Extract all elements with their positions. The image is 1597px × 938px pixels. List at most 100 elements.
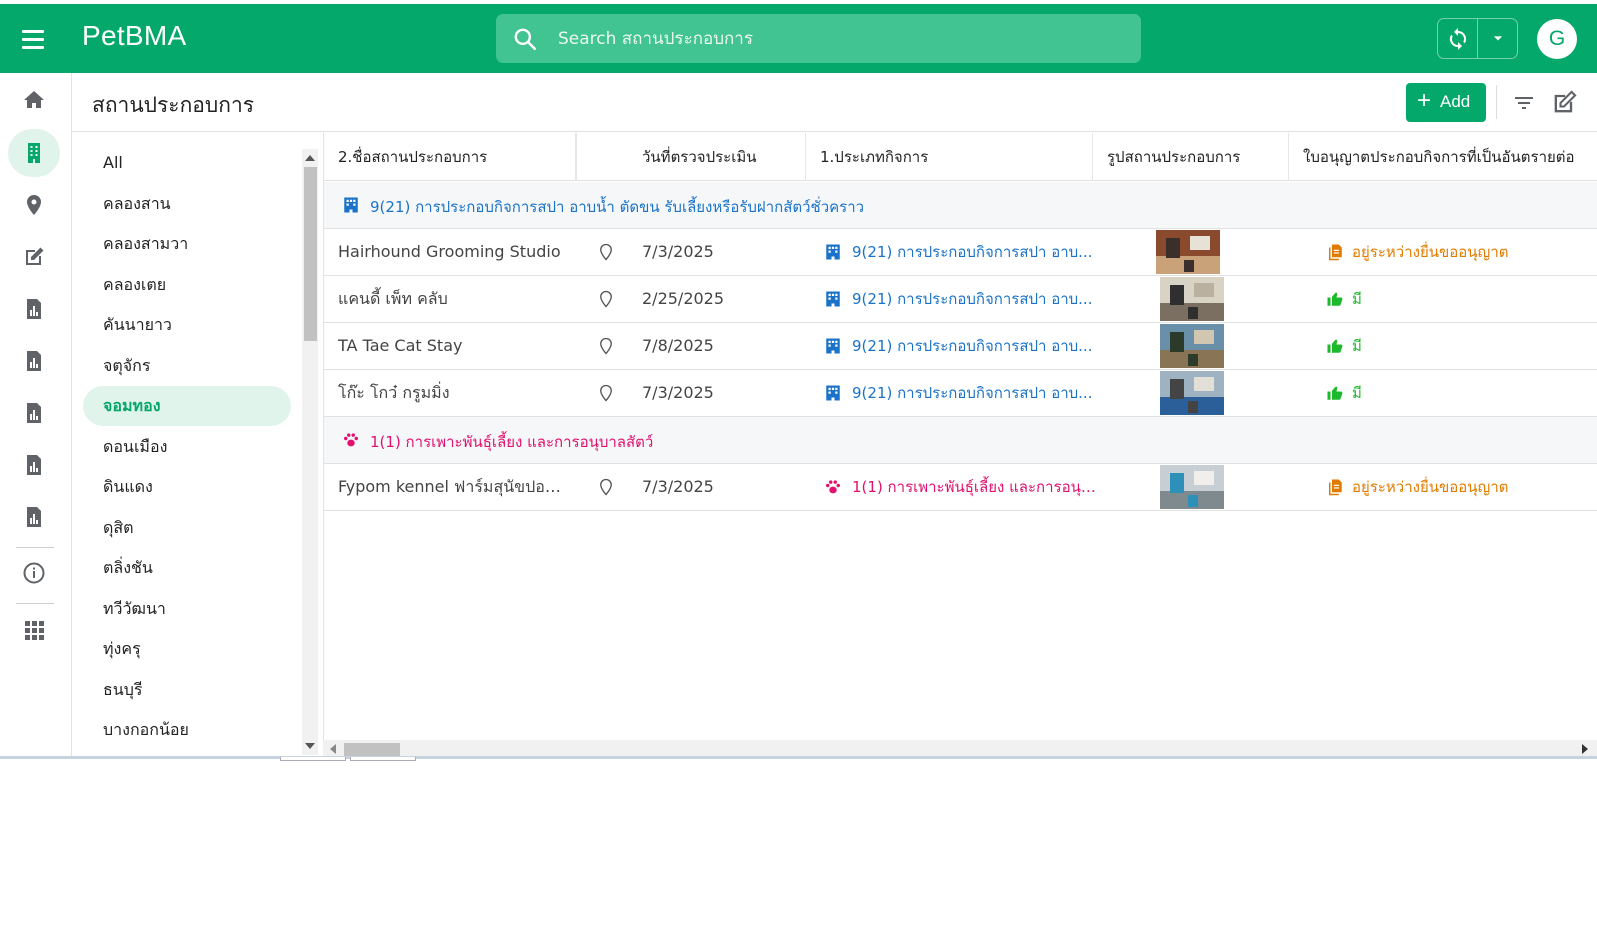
establishment-photo[interactable] [1160, 324, 1224, 368]
group-item[interactable]: ดินแดง [83, 467, 291, 507]
license-status: มี [1352, 290, 1362, 308]
scrollbar-thumb[interactable] [304, 167, 317, 341]
hamburger-menu-icon[interactable] [14, 24, 50, 54]
district-group-list: All คลองสาน คลองสามวา คลองเตย คันนายาว จตุจัก… [72, 133, 298, 756]
group-item[interactable]: จอมทอง [83, 386, 291, 426]
group-item[interactable]: ทุ่งครุ [83, 629, 291, 669]
caret-down-icon [1493, 36, 1503, 41]
location-pin-icon [27, 195, 41, 215]
location-pin-icon[interactable] [597, 384, 615, 402]
building-icon [824, 290, 842, 308]
search-icon [514, 28, 537, 51]
location-pin-icon[interactable] [597, 243, 615, 261]
table-row[interactable]: แคนดี้ เพ็ท คลับ 2/25/2025 9(21) การประกอบ… [324, 276, 1597, 323]
sync-button[interactable] [1438, 19, 1478, 58]
taskbar-tab [350, 757, 416, 761]
nav-report-1[interactable] [8, 285, 60, 333]
group-item[interactable]: ตลิ่งชัน [83, 548, 291, 588]
add-button[interactable]: + Add [1406, 83, 1486, 122]
business-type: 9(21) การประกอบกิจการสปา อาบ... [852, 384, 1093, 402]
establishment-photo[interactable] [1160, 465, 1224, 509]
nav-report-2[interactable] [8, 337, 60, 385]
edit-icon[interactable] [1550, 89, 1578, 117]
nav-report-3[interactable] [8, 389, 60, 437]
nav-establishments[interactable] [8, 129, 60, 177]
nav-assessment[interactable] [8, 233, 60, 281]
app-title: PetBMA [82, 20, 187, 51]
thumbs-up-icon [1326, 384, 1344, 402]
building-icon [342, 196, 360, 214]
group-item[interactable]: ดอนเมือง [83, 427, 291, 467]
scroll-down-arrow-icon[interactable] [305, 743, 315, 749]
establishment-name: TA Tae Cat Stay [338, 336, 463, 355]
report-icon [27, 351, 41, 371]
group-item[interactable]: คันนายาว [83, 305, 291, 345]
table-row[interactable]: TA Tae Cat Stay 7/8/2025 9(21) การประกอบกิ… [324, 323, 1597, 370]
establishment-photo[interactable] [1156, 230, 1220, 274]
user-avatar[interactable]: G [1537, 19, 1577, 59]
table-group-header[interactable]: 9(21) การประกอบกิจการสปา อาบน้ำ ตัดขน รั… [324, 182, 1597, 229]
establishment-photo[interactable] [1160, 371, 1224, 415]
nav-info[interactable] [8, 549, 60, 597]
location-pin-icon[interactable] [597, 478, 615, 496]
group-item[interactable]: จตุจักร [83, 346, 291, 386]
scroll-right-arrow-icon[interactable] [1582, 744, 1588, 754]
documents-icon [1326, 478, 1344, 496]
building-icon [824, 384, 842, 402]
info-icon [23, 562, 45, 584]
group-list-scrollbar[interactable] [302, 149, 318, 755]
establishment-photo[interactable] [1160, 277, 1224, 321]
search-bar[interactable] [496, 14, 1141, 63]
business-type: 1(1) การเพาะพันธุ์เลี้ยง และการอนุบ... [852, 478, 1097, 496]
scroll-up-arrow-icon[interactable] [305, 155, 315, 161]
business-type: 9(21) การประกอบกิจการสปา อาบ... [852, 290, 1093, 308]
nav-report-5[interactable] [8, 493, 60, 541]
establishment-name: โก๊ะ โกว๋ กรูมมิ่ง [338, 383, 450, 402]
scrollbar-thumb[interactable] [344, 743, 400, 756]
inspection-date: 7/3/2025 [642, 383, 714, 402]
app-window: PetBMA G [0, 4, 1597, 756]
documents-icon [1326, 243, 1344, 261]
location-pin-icon[interactable] [597, 337, 615, 355]
establishment-name: Fypom kennel ฟาร์มสุนัขปอมเม... [338, 477, 570, 496]
group-item[interactable]: คลองสาน [83, 184, 291, 224]
building-icon [824, 243, 842, 261]
table-group-header[interactable]: 1(1) การเพาะพันธุ์เลี้ยง และการอนุบาลสัต… [324, 417, 1597, 464]
group-item[interactable]: ดุสิต [83, 508, 291, 548]
thumbs-up-icon [1326, 290, 1344, 308]
license-status: อยู่ระหว่างยื่นขออนุญาต [1352, 243, 1509, 261]
group-item[interactable]: All [83, 143, 291, 183]
home-icon [24, 91, 44, 108]
sync-options-dropdown[interactable] [1478, 19, 1518, 58]
group-item[interactable]: ทวีวัฒนา [83, 589, 291, 629]
column-header-date[interactable]: วันที่ตรวจประเมิน [576, 133, 806, 181]
nav-map[interactable] [8, 181, 60, 229]
nav-divider [16, 547, 54, 548]
nav-home[interactable] [8, 76, 60, 124]
table-horizontal-scrollbar[interactable] [323, 740, 1597, 756]
filter-icon[interactable] [1512, 91, 1536, 115]
group-item[interactable]: บางกอกน้อย [83, 710, 291, 750]
edit-note-icon [26, 247, 44, 265]
table-row[interactable]: Hairhound Grooming Studio 7/3/2025 9(21) ก… [324, 229, 1597, 276]
table-row[interactable]: โก๊ะ โกว๋ กรูมมิ่ง 7/3/2025 9(21) การประกอ… [324, 370, 1597, 417]
building-icon [28, 143, 40, 163]
nav-report-4[interactable] [8, 441, 60, 489]
group-item[interactable]: คลองเตย [83, 265, 291, 305]
column-header-name[interactable]: 2.ชื่อสถานประกอบการ [324, 133, 576, 181]
nav-apps[interactable] [8, 606, 60, 654]
search-input[interactable] [558, 14, 1118, 63]
location-pin-icon[interactable] [597, 290, 615, 308]
establishment-name: แคนดี้ เพ็ท คลับ [338, 289, 448, 308]
business-type: 9(21) การประกอบกิจการสปา อาบ... [852, 243, 1093, 261]
group-item[interactable]: ธนบุรี [83, 670, 291, 710]
group-item[interactable]: คลองสามวา [83, 224, 291, 264]
column-header-type[interactable]: 1.ประเภทกิจการ [806, 133, 1093, 181]
report-icon [27, 403, 41, 423]
license-status: มี [1352, 384, 1362, 402]
scroll-left-arrow-icon[interactable] [330, 744, 336, 754]
column-header-photo[interactable]: รูปสถานประกอบการ [1093, 133, 1289, 181]
column-header-license[interactable]: ใบอนุญาตประกอบกิจการที่เป็นอันตรายต่อ [1289, 133, 1597, 181]
table-row[interactable]: Fypom kennel ฟาร์มสุนัขปอมเม... 7/3/2025 1… [324, 464, 1597, 511]
thumbs-up-icon [1326, 337, 1344, 355]
